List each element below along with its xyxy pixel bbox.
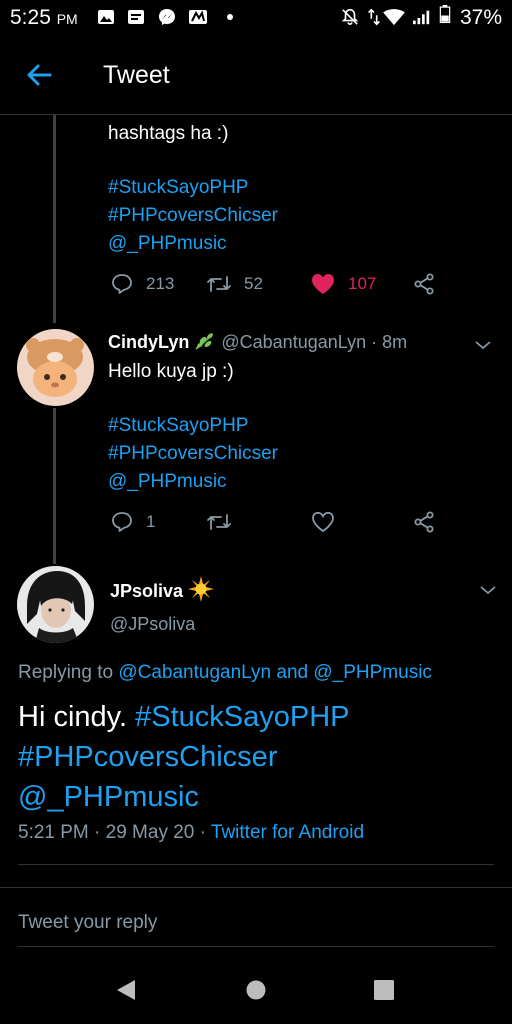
retweet-button[interactable] <box>206 510 232 534</box>
battery-percentage: 37% <box>459 6 502 29</box>
mention-link[interactable]: @_PHPmusic <box>108 230 227 258</box>
avatar-image <box>17 566 94 643</box>
divider <box>18 864 494 865</box>
share-icon <box>414 511 434 533</box>
mute-icon <box>341 8 359 26</box>
display-name[interactable]: CindyLyn <box>108 332 189 352</box>
mention-link[interactable]: @_PHPmusic <box>313 662 432 683</box>
status-time-value: 5:25 <box>10 6 51 29</box>
retweet-icon <box>207 276 231 292</box>
avatar[interactable] <box>17 566 94 643</box>
share-button[interactable] <box>412 272 436 296</box>
reply-input[interactable] <box>18 908 494 938</box>
like-button[interactable] <box>310 510 336 534</box>
tweet-text-line: hashtags ha :) <box>108 123 229 144</box>
tweet-timestamp: 5:21 PM · 29 May 20 · <box>18 822 211 843</box>
thread-line-bottom <box>53 408 56 564</box>
mention-link[interactable]: @CabantuganLyn <box>118 662 271 683</box>
replying-and: and <box>271 662 314 683</box>
tweet-meta: 5:21 PM · 29 May 20 · Twitter for Androi… <box>18 822 364 844</box>
divider <box>0 887 512 888</box>
nav-home-button[interactable] <box>238 972 274 1008</box>
reply-button[interactable]: 1 <box>110 510 155 534</box>
chevron-down-icon[interactable] <box>478 580 498 600</box>
header: Tweet <box>0 36 512 115</box>
retweet-button[interactable]: 52 <box>206 272 263 296</box>
avatar-image <box>17 329 94 406</box>
mention-link[interactable]: @_PHPmusic <box>108 468 227 496</box>
data-transfer-icon <box>368 8 380 26</box>
tweet-text-line: Hello kuya jp :) <box>108 361 234 382</box>
heart-filled-icon <box>312 274 334 294</box>
replying-prefix: Replying to <box>18 662 119 683</box>
hashtag-link[interactable]: #StuckSayoPHP <box>108 412 248 440</box>
hashtag-link[interactable]: #StuckSayoPHP <box>108 174 248 202</box>
main-tweet-text: Hi cindy. #StuckSayoPHP #PHPcoversChicse… <box>18 697 350 817</box>
back-button[interactable] <box>22 58 56 92</box>
nav-back-icon <box>117 980 135 1000</box>
page-title: Tweet <box>103 61 170 89</box>
text-start: Hi cindy. <box>18 701 136 733</box>
mention-link[interactable]: @_PHPmusic <box>18 777 350 817</box>
avatar[interactable] <box>17 329 94 406</box>
share-icon <box>414 273 434 295</box>
status-time-ampm: PM <box>56 11 78 27</box>
reply-icon <box>112 274 132 294</box>
hashtag-link[interactable]: #PHPcoversChicser <box>18 737 350 777</box>
signal-icon <box>413 10 430 25</box>
reply-button[interactable]: 213 <box>110 272 174 296</box>
gallery-icon <box>98 10 114 24</box>
nav-back-button[interactable] <box>108 972 144 1008</box>
display-name[interactable]: JPsoliva <box>110 581 183 601</box>
status-bar: 5:25 PM 37% <box>0 0 512 36</box>
hashtag-link[interactable]: #PHPcoversChicser <box>108 440 278 468</box>
news-icon <box>189 10 207 24</box>
reply-count: 213 <box>146 274 175 293</box>
reply-input-underline <box>18 946 494 947</box>
replying-to: Replying to @CabantuganLyn and @_PHPmusi… <box>18 662 432 684</box>
like-count: 107 <box>348 274 377 293</box>
main-tweet-author: JPsoliva <box>110 576 215 602</box>
retweet-icon <box>207 514 231 530</box>
nav-recents-button[interactable] <box>366 972 402 1008</box>
herb-emoji-icon <box>195 333 214 350</box>
back-arrow-icon <box>27 64 52 86</box>
more-notifications-icon <box>227 14 233 20</box>
chevron-down-icon[interactable] <box>473 335 493 355</box>
hashtag-link[interactable]: #PHPcoversChicser <box>108 202 278 230</box>
nav-home-icon <box>246 980 266 1000</box>
messenger-icon <box>159 9 175 25</box>
hashtag-link[interactable]: #StuckSayoPHP <box>135 701 349 733</box>
battery-icon <box>439 5 451 23</box>
wifi-icon <box>383 9 405 26</box>
nav-recents-icon <box>374 980 394 1000</box>
tweet-author: CindyLyn @CabantuganLyn · 8m <box>108 332 407 353</box>
thread-line-top <box>53 115 56 323</box>
like-button[interactable]: 107 <box>310 272 376 296</box>
share-button[interactable] <box>412 510 436 534</box>
reply-icon <box>112 512 132 532</box>
handle-and-time: @CabantuganLyn · 8m <box>221 332 408 352</box>
status-time: 5:25 PM <box>10 6 78 30</box>
heart-outline-icon <box>312 511 334 533</box>
tweet-source-link[interactable]: Twitter for Android <box>211 822 364 843</box>
message-icon <box>128 10 144 24</box>
retweet-count: 52 <box>244 274 263 293</box>
sun-emoji-icon <box>188 576 215 602</box>
reply-count: 1 <box>146 512 156 531</box>
handle: @JPsoliva <box>110 614 196 634</box>
